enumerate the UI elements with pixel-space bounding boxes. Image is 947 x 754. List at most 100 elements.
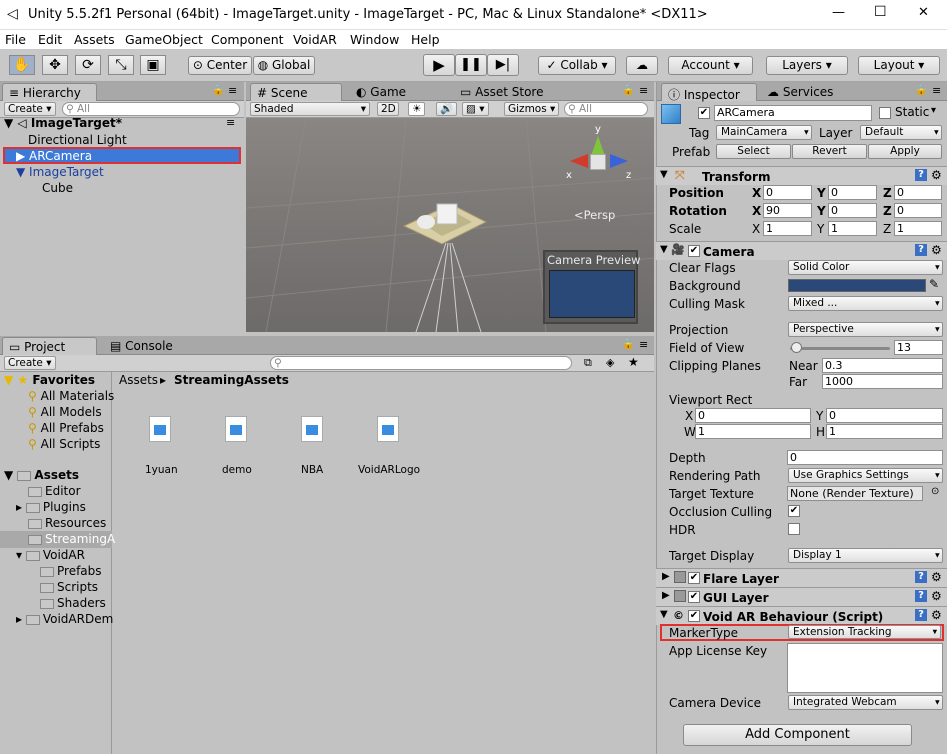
maximize-button[interactable]: ☐ bbox=[874, 4, 887, 20]
position-y-field[interactable]: 0 bbox=[828, 185, 877, 200]
move-tool-icon[interactable]: ✥ bbox=[42, 55, 68, 75]
help-icon[interactable]: ? bbox=[915, 244, 927, 256]
prefab-select-button[interactable]: Select bbox=[716, 144, 791, 159]
favorite-all-prefabs[interactable]: ⚲ All Prefabs bbox=[28, 421, 104, 435]
shading-dropdown[interactable]: Shaded ▾ bbox=[250, 102, 370, 116]
persp-label[interactable]: <Persp bbox=[574, 208, 615, 222]
layer-dropdown[interactable]: Default bbox=[860, 125, 942, 140]
gear-icon[interactable]: ⚙ bbox=[931, 570, 942, 584]
transform-header[interactable]: ▼ ⤧ Transform ? ⚙ bbox=[656, 166, 947, 185]
layers-dropdown[interactable]: Layers ▾ bbox=[766, 56, 848, 75]
scale-x-field[interactable]: 1 bbox=[763, 221, 812, 236]
tab-asset-store[interactable]: ▭ Asset Store bbox=[454, 83, 550, 101]
hierarchy-item-directional-light[interactable]: Directional Light bbox=[28, 133, 127, 147]
far-field[interactable]: 1000 bbox=[822, 374, 943, 389]
gizmo-x-cone[interactable] bbox=[570, 154, 588, 168]
projection-dropdown[interactable]: Perspective bbox=[788, 322, 943, 337]
folder-streamingassets[interactable]: StreamingA bbox=[28, 532, 115, 546]
folder-voidardemo[interactable]: ▸ VoidARDem bbox=[16, 612, 113, 626]
scene-menu-icon[interactable]: ≡ bbox=[226, 116, 235, 129]
favorite-star-icon[interactable]: ★ bbox=[628, 355, 639, 369]
folder-voidar[interactable]: ▾ VoidAR bbox=[16, 548, 85, 562]
assets-header[interactable]: ▼ Assets bbox=[4, 468, 79, 482]
fov-field[interactable]: 13 bbox=[894, 340, 943, 355]
lock-icon[interactable]: 🔒 bbox=[622, 339, 634, 350]
hdr-checkbox[interactable] bbox=[788, 523, 800, 535]
voidar-enabled-checkbox[interactable]: ✔ bbox=[688, 610, 700, 622]
filter-type-icon[interactable]: ⧉ bbox=[584, 356, 592, 370]
pivot-center-button[interactable]: ⊙ Center bbox=[188, 56, 252, 75]
scene-search-input[interactable]: ⚲ All bbox=[564, 102, 648, 116]
culling-mask-dropdown[interactable]: Mixed ... bbox=[788, 296, 943, 311]
panel-menu-icon[interactable]: ≡ bbox=[228, 84, 237, 97]
file-demo[interactable]: demo bbox=[216, 416, 260, 476]
gui-enabled-checkbox[interactable]: ✔ bbox=[688, 591, 700, 603]
account-button[interactable]: Account ▾ bbox=[668, 56, 753, 75]
gizmo-z-cone[interactable] bbox=[610, 154, 628, 168]
markertype-dropdown[interactable]: Extension Tracking bbox=[788, 625, 941, 639]
gear-icon[interactable]: ⚙ bbox=[931, 243, 942, 257]
favorites-header[interactable]: ▼ ★ Favorites bbox=[4, 373, 95, 387]
menu-window[interactable]: Window bbox=[350, 32, 399, 47]
file-nba[interactable]: NBA bbox=[292, 416, 336, 476]
eyedropper-icon[interactable]: ✎ bbox=[929, 277, 939, 291]
audio-toggle-icon[interactable]: 🔊 bbox=[436, 102, 458, 116]
tab-hierarchy[interactable]: ≡ Hierarchy bbox=[2, 83, 97, 101]
collab-button[interactable]: ✓ Collab ▾ bbox=[538, 56, 616, 75]
tab-inspector[interactable]: ⓘ Inspector bbox=[661, 83, 757, 102]
menu-file[interactable]: File bbox=[5, 32, 26, 47]
fov-slider-thumb[interactable] bbox=[791, 342, 802, 353]
tab-game[interactable]: ◐ Game bbox=[350, 83, 412, 101]
occlusion-culling-checkbox[interactable]: ✔ bbox=[788, 505, 800, 517]
rect-tool-icon[interactable]: ▣ bbox=[140, 55, 166, 75]
folder-plugins[interactable]: ▸ Plugins bbox=[16, 500, 86, 514]
panel-menu-icon[interactable]: ≡ bbox=[639, 84, 648, 97]
folder-editor[interactable]: Editor bbox=[28, 484, 81, 498]
tab-scene[interactable]: # Scene bbox=[250, 83, 342, 101]
layout-dropdown[interactable]: Layout ▾ bbox=[858, 56, 940, 75]
foldout-arrow-icon[interactable]: ▼ bbox=[660, 169, 668, 180]
gear-icon[interactable]: ⚙ bbox=[931, 168, 942, 182]
lighting-toggle-icon[interactable]: ☀ bbox=[408, 102, 426, 116]
scale-z-field[interactable]: 1 bbox=[894, 221, 942, 236]
rendering-path-dropdown[interactable]: Use Graphics Settings bbox=[788, 468, 943, 483]
camera-enabled-checkbox[interactable]: ✔ bbox=[688, 245, 700, 257]
lock-icon[interactable]: 🔒 bbox=[622, 85, 634, 96]
active-checkbox[interactable]: ✔ bbox=[698, 107, 710, 119]
viewport-x-field[interactable]: 0 bbox=[695, 408, 811, 423]
static-dropdown-icon[interactable]: ▾ bbox=[931, 105, 936, 116]
pause-button[interactable]: ❚❚ bbox=[455, 54, 487, 76]
folder-shaders[interactable]: Shaders bbox=[40, 596, 106, 610]
rotate-tool-icon[interactable]: ⟳ bbox=[75, 55, 101, 75]
position-x-field[interactable]: 0 bbox=[763, 185, 812, 200]
tab-console[interactable]: ▤ Console bbox=[104, 337, 179, 355]
file-voidarlogo[interactable]: VoidARLogo bbox=[358, 416, 420, 476]
hand-tool-icon[interactable]: ✋ bbox=[9, 55, 35, 75]
menu-component[interactable]: Component bbox=[211, 32, 284, 47]
folder-scripts[interactable]: Scripts bbox=[40, 580, 98, 594]
scale-tool-icon[interactable]: ⤡ bbox=[108, 55, 134, 75]
minimize-button[interactable]: — bbox=[832, 5, 845, 20]
effects-toggle-icon[interactable]: ▨ ▾ bbox=[462, 102, 489, 116]
rotation-x-field[interactable]: 90 bbox=[763, 203, 812, 218]
near-field[interactable]: 0.3 bbox=[822, 358, 943, 373]
foldout-arrow-icon[interactable]: ▼ bbox=[660, 244, 668, 255]
project-create-button[interactable]: Create ▾ bbox=[4, 356, 56, 370]
foldout-arrow-icon[interactable]: ▶ bbox=[662, 590, 670, 601]
cloud-button[interactable]: ☁ bbox=[626, 56, 658, 75]
voidar-behaviour-header[interactable]: ▼ © ✔ Void AR Behaviour (Script) ? ⚙ bbox=[656, 606, 947, 625]
clear-flags-dropdown[interactable]: Solid Color bbox=[788, 260, 943, 275]
menu-gameobject[interactable]: GameObject bbox=[125, 32, 203, 47]
target-texture-field[interactable]: None (Render Texture) bbox=[787, 486, 923, 501]
hierarchy-item-imagetarget[interactable]: ▼ ImageTarget bbox=[16, 165, 104, 179]
scene-viewport[interactable]: y x z <Persp Camera Preview bbox=[246, 118, 654, 332]
play-button[interactable]: ▶ bbox=[423, 54, 455, 76]
prefab-revert-button[interactable]: Revert bbox=[792, 144, 867, 159]
position-z-field[interactable]: 0 bbox=[894, 185, 942, 200]
2d-toggle[interactable]: 2D bbox=[377, 102, 399, 116]
pivot-global-button[interactable]: ◍ Global bbox=[253, 56, 315, 75]
foldout-arrow-icon[interactable]: ▼ bbox=[660, 609, 668, 620]
filter-label-icon[interactable]: ◈ bbox=[606, 356, 614, 369]
rotation-y-field[interactable]: 0 bbox=[828, 203, 877, 218]
tab-project[interactable]: ▭ Project bbox=[2, 337, 97, 355]
